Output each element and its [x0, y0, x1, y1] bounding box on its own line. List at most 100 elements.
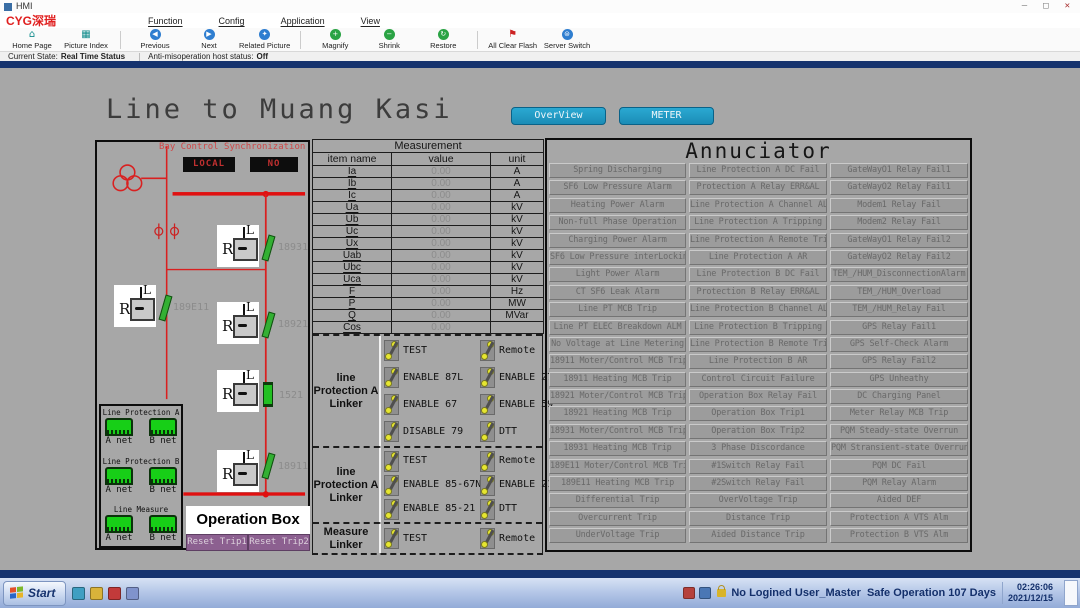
- linker-switch-icon[interactable]: [384, 394, 399, 415]
- linker-switch-icon[interactable]: [384, 451, 399, 472]
- annunciator-tile[interactable]: Line Protection B Tripping: [689, 320, 827, 335]
- toolbar-button-previous[interactable]: ◀Previous: [131, 29, 179, 50]
- annunciator-tile[interactable]: UnderVoltage Trip: [549, 528, 686, 543]
- annunciator-tile[interactable]: Line Protection A Tripping: [689, 215, 827, 230]
- battery-icon[interactable]: [90, 587, 103, 600]
- annunciator-tile[interactable]: Aided DEF: [830, 493, 968, 508]
- device-control-box-18921[interactable]: LR: [217, 302, 259, 344]
- annunciator-tile[interactable]: Line Protection B AR: [689, 354, 827, 369]
- disconnector-symbol-18921[interactable]: [261, 312, 274, 337]
- toolbar-button-related-picture[interactable]: ✦Related Picture: [239, 29, 290, 50]
- annunciator-tile[interactable]: PQM DC Fail: [830, 459, 968, 474]
- annunciator-tile[interactable]: 189E11 Moter/Control MCB Trip: [549, 459, 686, 474]
- annunciator-tile[interactable]: #2Switch Relay Fail: [689, 476, 827, 491]
- toolbar-button-picture-index[interactable]: ▦Picture Index: [62, 29, 110, 50]
- annunciator-tile[interactable]: CT SF6 Leak Alarm: [549, 285, 686, 300]
- annunciator-tile[interactable]: 18921 Heating MCB Trip: [549, 406, 686, 421]
- toolbar-button-all-clear-flash[interactable]: ⚑All Clear Flash: [488, 29, 537, 50]
- annunciator-tile[interactable]: PQM Stransient-state Overrun: [830, 441, 968, 456]
- annunciator-tile[interactable]: DC Charging Panel: [830, 389, 968, 404]
- linker-switch-icon[interactable]: [384, 499, 399, 520]
- annunciator-tile[interactable]: PQM Steady-state Overrun: [830, 424, 968, 439]
- annunciator-tile[interactable]: GPS Unheathy: [830, 372, 968, 387]
- start-button[interactable]: Start: [3, 581, 66, 606]
- annunciator-tile[interactable]: Line Protection A Channel ALM: [689, 198, 827, 213]
- annunciator-tile[interactable]: Line Protection A DC Fail: [689, 163, 827, 178]
- menu-config[interactable]: Config: [219, 15, 245, 27]
- alarm-icon[interactable]: [683, 587, 695, 599]
- annunciator-tile[interactable]: 18911 Moter/Control MCB Trip: [549, 354, 686, 369]
- annunciator-tile[interactable]: #1Switch Relay Fail: [689, 459, 827, 474]
- annunciator-tile[interactable]: SF6 Low Pressure interLocking: [549, 250, 686, 265]
- toolbar-button-server-switch[interactable]: ⊜Server Switch: [543, 29, 591, 50]
- annunciator-tile[interactable]: SF6 Low Pressure Alarm: [549, 180, 686, 195]
- linker-switch-icon[interactable]: [480, 475, 495, 496]
- annunciator-tile[interactable]: TEM_/HUM_Relay Fail: [830, 302, 968, 317]
- annunciator-tile[interactable]: GateWayO2 Relay Fail1: [830, 180, 968, 195]
- linker-switch-icon[interactable]: [384, 528, 399, 549]
- disconnector-symbol-18911[interactable]: [261, 453, 274, 478]
- annunciator-tile[interactable]: Operation Box Trip2: [689, 424, 827, 439]
- annunciator-tile[interactable]: 18921 Moter/Control MCB Trip: [549, 389, 686, 404]
- screenshot-icon[interactable]: [72, 587, 85, 600]
- annunciator-tile[interactable]: Line Protection B DC Fail: [689, 267, 827, 282]
- annunciator-tile[interactable]: GateWayO1 Relay Fail2: [830, 233, 968, 248]
- show-desktop-button[interactable]: [1064, 580, 1078, 606]
- annunciator-tile[interactable]: Heating Power Alarm: [549, 198, 686, 213]
- toolbar-button-home-page[interactable]: ⌂Home Page: [8, 29, 56, 50]
- annunciator-tile[interactable]: 189E11 Heating MCB Trip: [549, 476, 686, 491]
- linker-switch-icon[interactable]: [480, 394, 495, 415]
- linker-switch-icon[interactable]: [480, 340, 495, 361]
- annunciator-tile[interactable]: Modem1 Relay Fail: [830, 198, 968, 213]
- annunciator-tile[interactable]: Line Protection A Remote Trip: [689, 233, 827, 248]
- breaker-symbol-1521[interactable]: [263, 382, 273, 407]
- menu-function[interactable]: Function: [148, 15, 183, 27]
- annunciator-tile[interactable]: No Voltage at Line Metering: [549, 337, 686, 352]
- disconnector-symbol-18931[interactable]: [261, 235, 274, 260]
- linker-switch-icon[interactable]: [480, 367, 495, 388]
- annunciator-tile[interactable]: Meter Relay MCB Trip: [830, 406, 968, 421]
- annunciator-tile[interactable]: GateWayO1 Relay Fail1: [830, 163, 968, 178]
- meter-button[interactable]: METER: [619, 107, 714, 125]
- toolbar-button-magnify[interactable]: +Magnify: [311, 29, 359, 50]
- annunciator-tile[interactable]: Protection A Relay ERR&AL: [689, 180, 827, 195]
- toolbar-button-shrink[interactable]: −Shrink: [365, 29, 413, 50]
- annunciator-tile[interactable]: Protection A VTS Alm: [830, 511, 968, 526]
- annunciator-tile[interactable]: TEM_/HUM_Overload: [830, 285, 968, 300]
- annunciator-tile[interactable]: Operation Box Relay Fail: [689, 389, 827, 404]
- annunciator-tile[interactable]: Line PT ELEC Breakdown ALM: [549, 320, 686, 335]
- annunciator-tile[interactable]: GateWayO2 Relay Fail2: [830, 250, 968, 265]
- annunciator-tile[interactable]: Protection B Relay ERR&AL: [689, 285, 827, 300]
- linker-switch-icon[interactable]: [480, 451, 495, 472]
- annunciator-tile[interactable]: Charging Power Alarm: [549, 233, 686, 248]
- image-viewer-icon[interactable]: [126, 587, 139, 600]
- device-control-box-189E11[interactable]: LR: [114, 285, 156, 327]
- device-control-box-1521[interactable]: LR: [217, 370, 259, 412]
- annunciator-tile[interactable]: Light Power Alarm: [549, 267, 686, 282]
- annunciator-tile[interactable]: TEM_/HUM_DisconnectionAlarm: [830, 267, 968, 282]
- annunciator-tile[interactable]: GPS Relay Fail2: [830, 354, 968, 369]
- menu-application[interactable]: Application: [281, 15, 325, 27]
- annunciator-tile[interactable]: Overcurrent Trip: [549, 511, 686, 526]
- annunciator-tile[interactable]: Protection B VTS Alm: [830, 528, 968, 543]
- linker-switch-icon[interactable]: [480, 528, 495, 549]
- linker-switch-icon[interactable]: [480, 499, 495, 520]
- annunciator-tile[interactable]: Line Protection B Channel ALM: [689, 302, 827, 317]
- reset-button-reset-trip2[interactable]: Reset Trip2: [248, 534, 310, 551]
- linker-switch-icon[interactable]: [384, 340, 399, 361]
- security-shield-icon[interactable]: [108, 587, 121, 600]
- linker-switch-icon[interactable]: [384, 475, 399, 496]
- minimize-button[interactable]: –: [1022, 1, 1027, 12]
- annunciator-tile[interactable]: Operation Box Trip1: [689, 406, 827, 421]
- annunciator-tile[interactable]: 18931 Heating MCB Trip: [549, 441, 686, 456]
- annunciator-tile[interactable]: Distance Trip: [689, 511, 827, 526]
- overview-button[interactable]: OverView: [511, 107, 606, 125]
- annunciator-tile[interactable]: Line Protection A AR: [689, 250, 827, 265]
- annunciator-tile[interactable]: Spring Discharging: [549, 163, 686, 178]
- toolbar-button-next[interactable]: ▶Next: [185, 29, 233, 50]
- toolbar-button-restore[interactable]: ↻Restore: [419, 29, 467, 50]
- annunciator-tile[interactable]: 18931 Moter/Control MCB Trip: [549, 424, 686, 439]
- reset-button-reset-trip1[interactable]: Reset Trip1: [186, 534, 248, 551]
- network-icon[interactable]: [699, 587, 711, 599]
- annunciator-tile[interactable]: GPS Self-Check Alarm: [830, 337, 968, 352]
